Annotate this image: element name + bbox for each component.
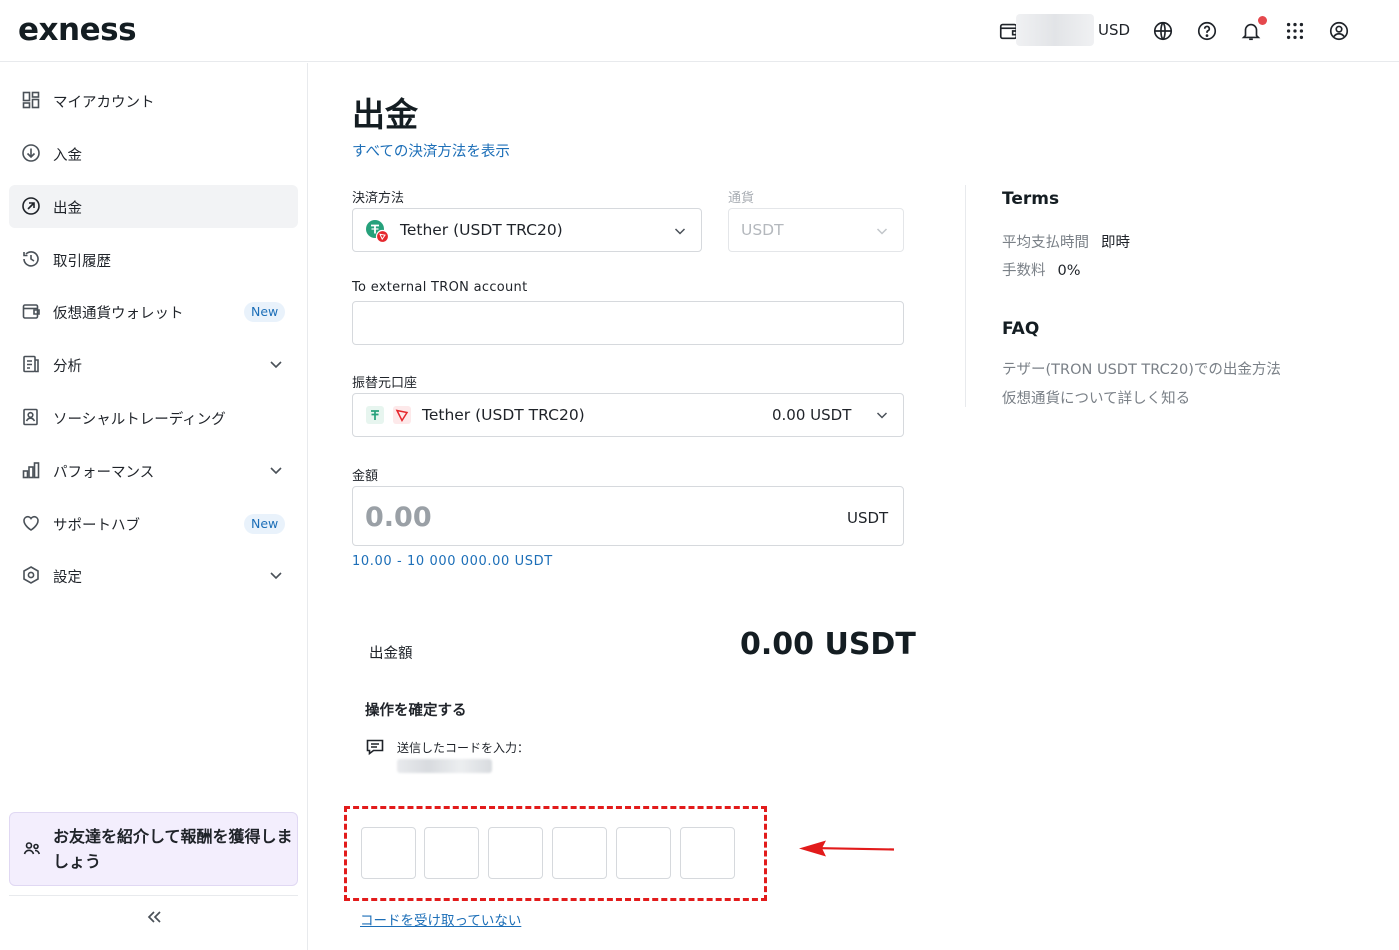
amount-label: 金額 [352, 469, 379, 484]
help-icon[interactable] [1196, 20, 1218, 42]
payment-method-label: 決済方法 [352, 191, 405, 206]
code-digit-2[interactable] [424, 827, 479, 879]
faq-link[interactable]: 仮想通貨について詳しく知る [1002, 387, 1190, 408]
sidebar-item-analytics[interactable]: 分析 [9, 343, 298, 386]
term-value: 0% [1057, 263, 1081, 279]
sidebar: マイアカウント 入金 出金 取引履歴 仮想通貨ウォレット New 分析 ソーシャ… [0, 63, 308, 950]
sidebar-item-social-trading[interactable]: ソーシャルトレーディング [9, 396, 298, 439]
account-icon[interactable] [1328, 20, 1350, 42]
sidebar-item-label: 取引履歴 [53, 254, 111, 270]
tether-icon [365, 405, 385, 425]
withdraw-icon [21, 196, 41, 216]
terms-title: Terms [1002, 189, 1060, 209]
chevron-down-icon [672, 223, 688, 239]
dashboard-icon [21, 90, 41, 110]
external-account-label: To external TRON account [352, 280, 528, 295]
term-row: 手数料 0% [1002, 259, 1081, 280]
heart-icon [21, 513, 41, 533]
red-arrow-icon [796, 835, 896, 863]
sidebar-item-deposit[interactable]: 入金 [9, 132, 298, 175]
history-icon [21, 249, 41, 269]
withdraw-amount-label: 出金額 [369, 646, 413, 662]
top-header: exness USD [0, 0, 1399, 62]
tether-tron-icon [364, 218, 390, 244]
sidebar-item-label: 入金 [53, 148, 82, 164]
faq-title: FAQ [1002, 319, 1040, 339]
chevron-down-icon [874, 223, 890, 239]
balance-blurred [1016, 14, 1094, 46]
sidebar-item-my-account[interactable]: マイアカウント [9, 79, 298, 122]
payment-method-value: Tether (USDT TRC20) [400, 221, 563, 239]
deposit-icon [21, 143, 41, 163]
apps-grid-icon[interactable] [1284, 20, 1306, 42]
referral-promo[interactable]: お友達を紹介して報酬を獲得しましょう [9, 812, 298, 886]
amount-input[interactable] [352, 486, 904, 546]
code-digit-3[interactable] [488, 827, 543, 879]
globe-icon[interactable] [1152, 20, 1174, 42]
term-value: 即時 [1101, 235, 1130, 251]
notification-dot [1258, 16, 1267, 25]
new-badge: New [244, 514, 286, 534]
code-digit-4[interactable] [552, 827, 607, 879]
sidebar-item-settings[interactable]: 設定 [9, 554, 298, 597]
wallet-icon [21, 301, 41, 321]
code-digit-1[interactable] [361, 827, 416, 879]
currency-label: 通貨 [728, 191, 755, 206]
right-panel-divider [965, 185, 966, 407]
sidebar-item-label: 設定 [53, 570, 82, 586]
sidebar-divider [9, 895, 298, 896]
sidebar-item-label: パフォーマンス [53, 465, 155, 481]
phone-number-blurred [397, 759, 492, 773]
term-row: 平均支払時間 即時 [1002, 231, 1130, 252]
no-code-link[interactable]: コードを受け取っていない [360, 909, 521, 929]
confirm-title: 操作を確定する [365, 703, 467, 719]
tron-icon [392, 405, 412, 425]
sidebar-item-crypto-wallet[interactable]: 仮想通貨ウォレット New [9, 290, 298, 333]
term-key: 手数料 [1002, 263, 1046, 279]
users-icon [22, 839, 42, 859]
sidebar-item-performance[interactable]: パフォーマンス [9, 449, 298, 492]
sms-instruction: 送信したコードを入力： [397, 741, 530, 755]
chevron-down-icon[interactable] [267, 355, 285, 373]
sidebar-item-label: サポートハブ [53, 518, 140, 534]
sidebar-item-label: マイアカウント [53, 95, 155, 111]
source-account-balance: 0.00 USDT [772, 406, 852, 424]
performance-icon [21, 460, 41, 480]
sidebar-item-withdraw[interactable]: 出金 [9, 185, 298, 228]
chevron-down-icon[interactable] [267, 461, 285, 479]
show-all-methods-link[interactable]: すべての決済方法を表示 [352, 140, 510, 161]
code-digit-6[interactable] [680, 827, 735, 879]
currency-value: USDT [741, 221, 784, 239]
amount-currency: USDT [847, 509, 889, 527]
sidebar-item-history[interactable]: 取引履歴 [9, 238, 298, 281]
social-trading-icon [21, 407, 41, 427]
chevron-down-icon [874, 407, 890, 423]
double-chevron-left-icon[interactable] [143, 907, 165, 927]
sidebar-item-label: 仮想通貨ウォレット [53, 306, 184, 322]
withdraw-amount-value: 0.00 USDT [740, 627, 916, 662]
sidebar-item-support-hub[interactable]: サポートハブ New [9, 502, 298, 545]
promo-text: お友達を紹介して報酬を獲得しましょう [53, 827, 293, 871]
sidebar-item-label: 分析 [53, 359, 82, 375]
new-badge: New [244, 302, 286, 322]
amount-value[interactable]: 0.00 [365, 502, 432, 533]
faq-link[interactable]: テザー(TRON USDT TRC20)での出金方法 [1002, 358, 1281, 379]
page-title: 出金 [352, 95, 418, 134]
term-key: 平均支払時間 [1002, 235, 1089, 251]
settings-icon [21, 565, 41, 585]
sidebar-item-label: 出金 [53, 201, 82, 217]
external-account-input[interactable] [352, 301, 904, 345]
source-account-name: Tether (USDT TRC20) [422, 406, 585, 424]
sidebar-item-label: ソーシャルトレーディング [53, 412, 226, 428]
amount-range-hint: 10.00 - 10 000 000.00 USDT [352, 554, 553, 569]
analytics-icon [21, 354, 41, 374]
exness-logo[interactable]: exness [18, 12, 137, 48]
header-currency[interactable]: USD [1098, 21, 1130, 39]
message-icon [365, 737, 385, 757]
chevron-down-icon[interactable] [267, 566, 285, 584]
source-account-label: 振替元口座 [352, 376, 418, 391]
code-digit-5[interactable] [616, 827, 671, 879]
